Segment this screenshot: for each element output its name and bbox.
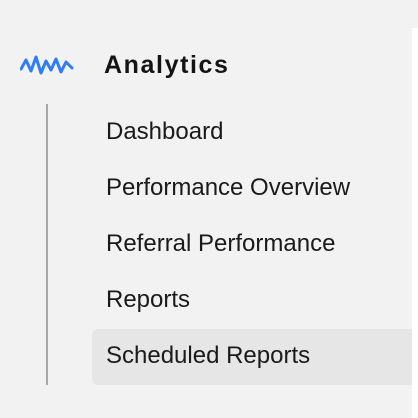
analytics-waveform-icon — [19, 52, 74, 78]
nav-item-label: Reports — [106, 286, 191, 313]
nav-item-reports[interactable]: Reports — [92, 273, 412, 329]
analytics-nav-list: Dashboard Performance Overview Referral … — [92, 105, 412, 385]
nav-item-label: Scheduled Reports — [106, 342, 311, 369]
nav-item-label: Dashboard — [106, 118, 224, 145]
nav-item-referral-performance[interactable]: Referral Performance — [92, 217, 412, 273]
nav-item-scheduled-reports[interactable]: Scheduled Reports — [92, 329, 412, 385]
nav-item-label: Referral Performance — [106, 230, 336, 257]
nav-item-performance-overview[interactable]: Performance Overview — [92, 161, 412, 217]
nav-tree-line — [46, 104, 48, 385]
section-title: Analytics — [104, 51, 230, 79]
analytics-section-header[interactable]: Analytics — [0, 40, 412, 90]
nav-item-dashboard[interactable]: Dashboard — [92, 105, 412, 161]
nav-item-label: Performance Overview — [106, 174, 351, 201]
content-edge — [412, 28, 418, 418]
